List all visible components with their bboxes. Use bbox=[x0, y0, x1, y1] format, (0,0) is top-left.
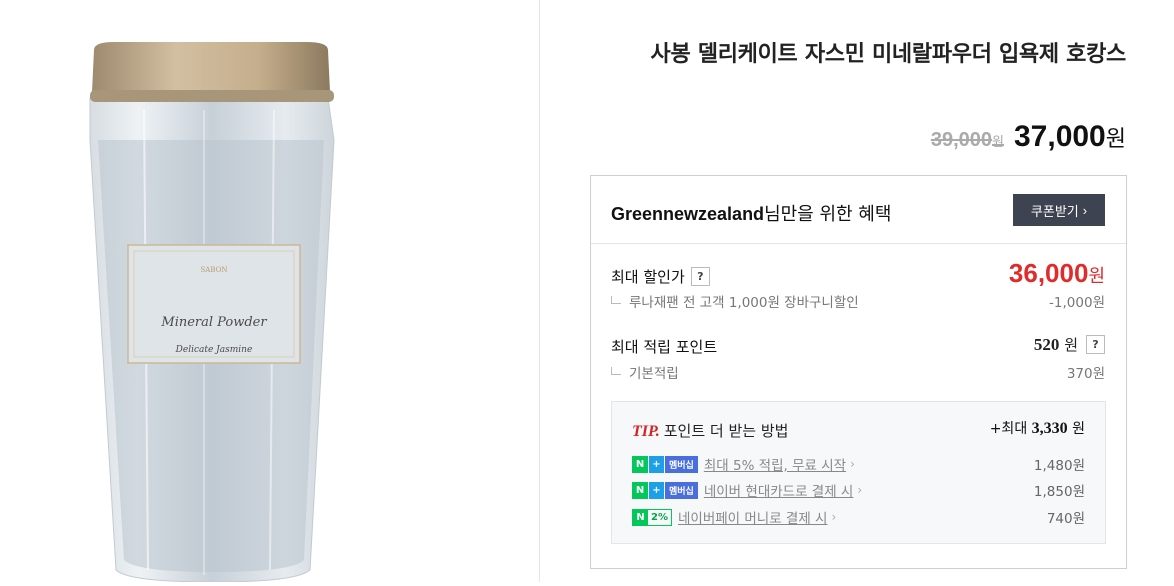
coupon-button[interactable]: 쿠폰받기 › bbox=[1013, 194, 1105, 226]
help-icon[interactable]: ? bbox=[690, 267, 710, 286]
tip-item-link[interactable]: 네이버 현대카드로 결제 시 bbox=[704, 480, 854, 500]
product-title: 사봉 델리케이트 자스민 미네랄파우더 입욕제 호캉스 bbox=[650, 42, 1127, 67]
chevron-right-icon: › bbox=[831, 510, 837, 524]
max-points-label: 최대 적립 포인트 bbox=[611, 338, 718, 356]
benefit-box: Greennewzealand님만을 위한 혜택 쿠폰받기 › 최대 할인가? 3… bbox=[590, 175, 1127, 569]
tip-item-link[interactable]: 최대 5% 적립, 무료 시작 bbox=[704, 454, 846, 474]
svg-text:SABON: SABON bbox=[201, 266, 228, 274]
tip-max: +최대 3,330 원 bbox=[989, 420, 1085, 437]
price-row: 39,000원 37,000원 bbox=[931, 120, 1126, 154]
benefit-title: Greennewzealand님만을 위한 혜택 bbox=[611, 204, 892, 225]
original-price: 39,000원 bbox=[930, 129, 1004, 151]
panel-divider bbox=[539, 0, 540, 582]
tip-item-link[interactable]: 네이버페이 머니로 결제 시 bbox=[678, 507, 828, 527]
chevron-right-icon: › bbox=[850, 457, 855, 471]
svg-text:Delicate Jasmine: Delicate Jasmine bbox=[175, 345, 253, 355]
max-discount-price: 36,000원 bbox=[1008, 258, 1105, 288]
product-image[interactable]: SABON Mineral Powder Delicate Jasmine bbox=[84, 40, 344, 583]
svg-text:Mineral Powder: Mineral Powder bbox=[160, 315, 267, 330]
max-discount-label: 최대 할인가 bbox=[611, 268, 685, 286]
tip-item-value: 740원 bbox=[1046, 511, 1085, 527]
naver-pay-icon: N 2% bbox=[632, 508, 672, 526]
max-points-value: 520 원? bbox=[1034, 334, 1105, 355]
help-icon[interactable]: ? bbox=[1086, 335, 1105, 354]
tip-title: TIP. 포인트 더 받는 방법 bbox=[632, 422, 789, 440]
max-discount-row: 최대 할인가? 36,000원 bbox=[611, 258, 1105, 288]
tip-item-value: 1,850원 bbox=[1033, 484, 1085, 500]
tip-box: TIP. 포인트 더 받는 방법 +최대 3,330 원 N + 멤버십 최대 5% … bbox=[611, 401, 1106, 544]
product-image-area: SABON Mineral Powder Delicate Jasmine bbox=[0, 0, 539, 583]
tip-item[interactable]: N + 멤버십 네이버 현대카드로 결제 시 › 1,850원 bbox=[632, 480, 1085, 500]
naver-membership-icon: N + 멤버십 bbox=[632, 481, 698, 499]
naver-membership-icon: N + 멤버십 bbox=[632, 455, 698, 473]
tip-item[interactable]: N + 멤버십 최대 5% 적립, 무료 시작 › 1,480원 bbox=[632, 454, 1085, 474]
benefit-header: Greennewzealand님만을 위한 혜택 쿠폰받기 › bbox=[591, 176, 1126, 244]
sale-price: 37,000원 bbox=[1013, 120, 1126, 153]
tip-item[interactable]: N 2% 네이버페이 머니로 결제 시 › 740원 bbox=[632, 507, 1085, 527]
max-points-row: 최대 적립 포인트 520 원? bbox=[611, 334, 1105, 357]
base-points-row: 기본적립 370원 bbox=[611, 362, 1105, 382]
discount-detail-row: 루나재팬 전 고객 1,000원 장바구니할인 -1,000원 bbox=[611, 291, 1105, 311]
chevron-right-icon: › bbox=[857, 483, 863, 497]
tip-item-value: 1,480원 bbox=[1033, 458, 1085, 474]
chevron-right-icon: › bbox=[1082, 202, 1088, 218]
